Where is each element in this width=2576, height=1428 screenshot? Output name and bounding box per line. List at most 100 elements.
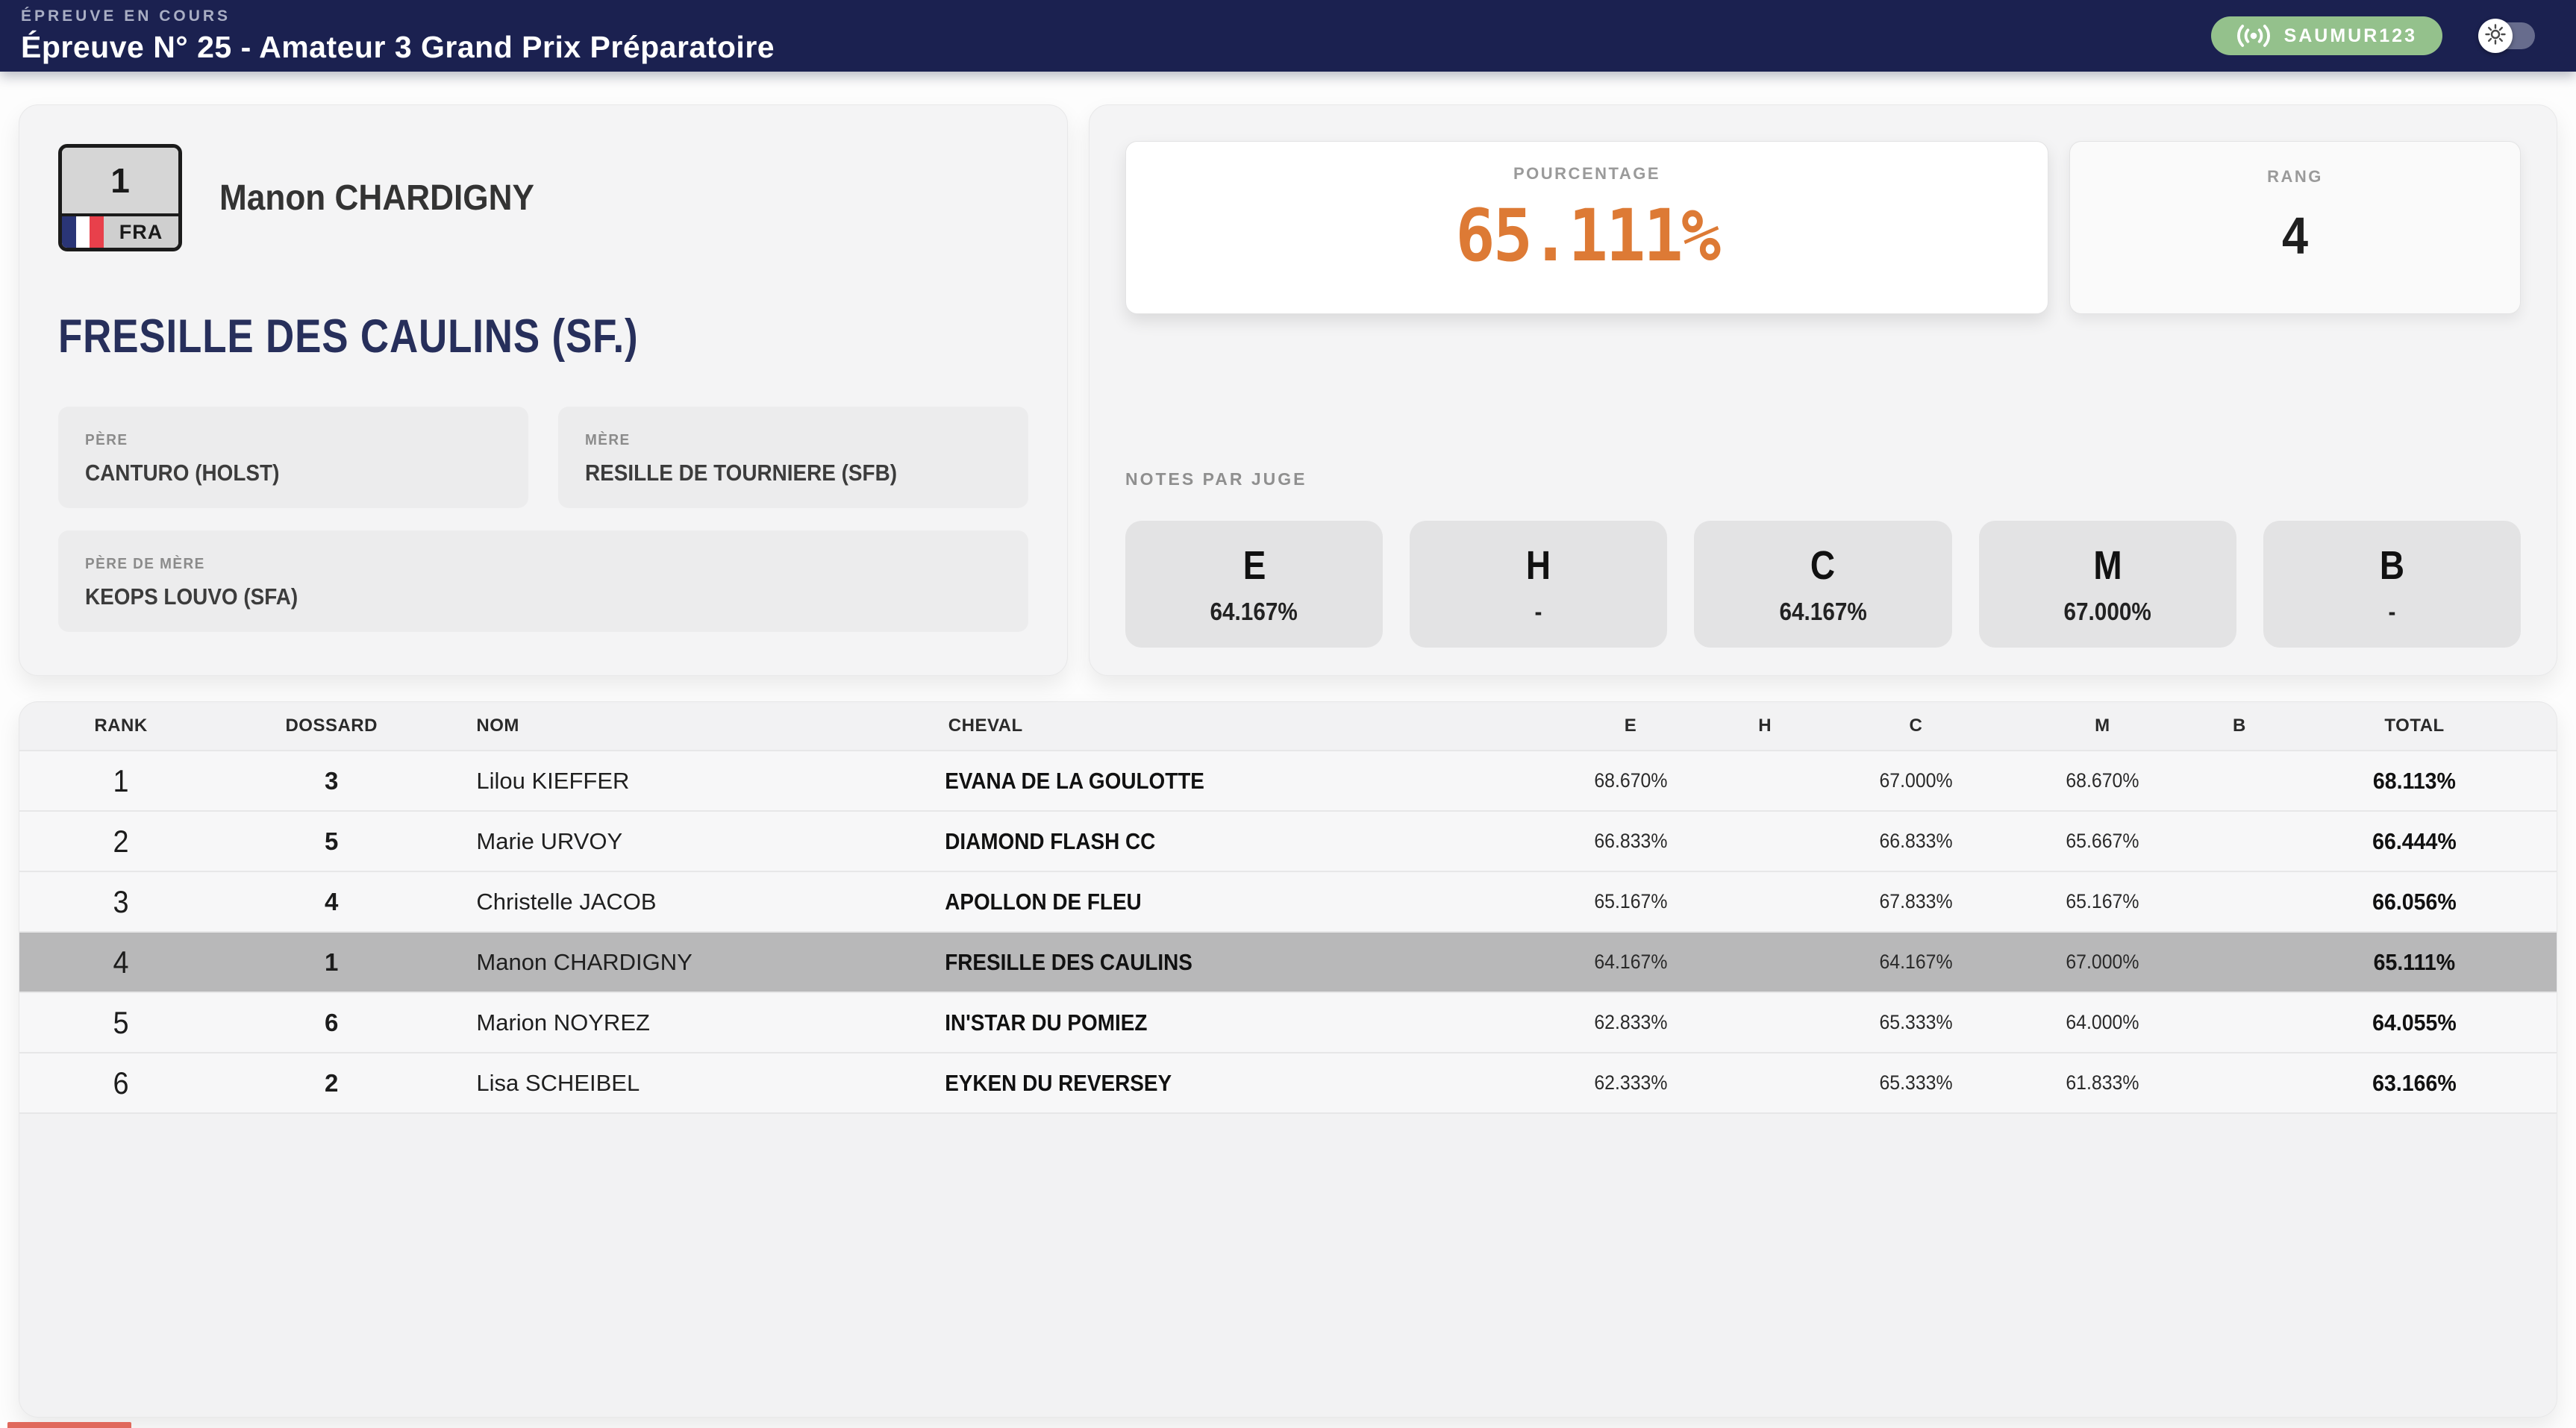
pedigree-sire-label: PÈRE (85, 432, 481, 449)
table-row: 6 2 Lisa SCHEIBEL EYKEN DU REVERSEY 62.3… (19, 1052, 2557, 1112)
sun-icon (2485, 24, 2506, 48)
cell-dossard: 6 (222, 1009, 440, 1037)
table-row: 2 5 Marie URVOY DIAMOND FLASH CC 66.833%… (19, 810, 2557, 871)
theme-toggle[interactable] (2481, 22, 2535, 49)
judge-letter: C (1810, 545, 1835, 586)
judge-score: - (1535, 599, 1542, 624)
column-header-nom: NOM (440, 715, 912, 736)
pedigree-damsire-value: KEOPS LOUVO (SFA) (85, 583, 910, 610)
cell-m: 67.000% (2007, 951, 2198, 974)
rank-box: RANG 4 (2069, 141, 2521, 314)
rider-name: Manon CHARDIGNY (219, 178, 534, 219)
bib-number: 1 (62, 148, 178, 213)
column-header-e: E (1565, 715, 1697, 736)
cell-rank: 3 (30, 884, 213, 920)
cell-dossard: 2 (222, 1069, 440, 1097)
cell-cheval: EVANA DE LA GOULOTTE (913, 768, 1499, 795)
cell-e: 65.167% (1570, 890, 1692, 913)
cell-rank: 2 (30, 824, 213, 859)
table-row-highlighted: 4 1 Manon CHARDIGNY FRESILLE DES CAULINS… (19, 931, 2557, 992)
table-header-row: RANK DOSSARD NOM CHEVAL E H C M B TOTAL (19, 702, 2557, 750)
column-header-cheval: CHEVAL (913, 715, 1565, 736)
cell-cheval: APOLLON DE FLEU (913, 889, 1499, 915)
cell-c: 67.833% (1840, 890, 1992, 913)
cell-e: 66.833% (1570, 830, 1692, 853)
pedigree-damsire-label: PÈRE DE MÈRE (85, 556, 956, 573)
toggle-knob (2478, 19, 2513, 53)
cell-c: 65.333% (1840, 1071, 1992, 1095)
france-flag-icon (62, 216, 104, 248)
cell-cheval: DIAMOND FLASH CC (913, 828, 1499, 855)
cell-rank: 6 (30, 1065, 213, 1101)
judge-letter: E (1242, 545, 1266, 586)
cell-e: 62.833% (1570, 1011, 1692, 1034)
live-session-code: SAUMUR123 (2284, 25, 2417, 47)
column-header-dossard: DOSSARD (222, 715, 440, 736)
cell-nom: Lisa SCHEIBEL (440, 1070, 912, 1097)
results-table-card: RANK DOSSARD NOM CHEVAL E H C M B TOTAL … (19, 701, 2557, 1418)
judge-score: 67.000% (2064, 599, 2151, 624)
broadcast-icon (2236, 23, 2271, 48)
cell-c: 65.333% (1840, 1011, 1992, 1034)
cell-m: 64.000% (2007, 1011, 2198, 1034)
judge-notes-grid: E 64.167% H - C 64.167% M 67.000% B - (1125, 521, 2521, 648)
judge-score: 64.167% (1210, 599, 1298, 624)
cell-rank: 4 (30, 945, 213, 980)
cell-total: 64.055% (2283, 1009, 2545, 1036)
cell-nom: Lilou KIEFFER (440, 768, 912, 795)
live-session-badge[interactable]: SAUMUR123 (2211, 16, 2442, 55)
cell-c: 67.000% (1840, 769, 1992, 792)
column-header-m: M (1998, 715, 2207, 736)
table-footer-separator (19, 1112, 2557, 1114)
cell-rank: 5 (30, 1005, 213, 1041)
judge-box-b: B - (2263, 521, 2521, 648)
bib-box: 1 FRA (58, 144, 182, 251)
cell-total: 63.166% (2283, 1070, 2545, 1097)
cell-e: 64.167% (1570, 951, 1692, 974)
percentage-value: 65.111% (1455, 194, 1719, 278)
horse-name: FRESILLE DES CAULINS (SF.) (58, 310, 873, 363)
cell-rank: 1 (30, 763, 213, 799)
cell-nom: Marion NOYREZ (440, 1009, 912, 1036)
cell-dossard: 5 (222, 827, 440, 856)
judge-letter: M (2093, 545, 2122, 586)
column-header-b: B (2207, 715, 2272, 736)
cell-e: 62.333% (1570, 1071, 1692, 1095)
top-bar: ÉPREUVE EN COURS Épreuve N° 25 - Amateur… (0, 0, 2576, 72)
cell-nom: Christelle JACOB (440, 889, 912, 915)
refresh-progress-bar (7, 1422, 131, 1428)
table-row: 1 3 Lilou KIEFFER EVANA DE LA GOULOTTE 6… (19, 750, 2557, 810)
pedigree-dam-value: RESILLE DE TOURNIERE (SFB) (585, 460, 960, 486)
percentage-box: POURCENTAGE 65.111% (1125, 141, 2048, 314)
pedigree-sire-value: CANTURO (HOLST) (85, 460, 460, 486)
judge-box-m: M 67.000% (1979, 521, 2236, 648)
cell-total: 65.111% (2283, 949, 2545, 976)
top-bar-controls: SAUMUR123 (2211, 16, 2535, 55)
judge-box-c: C 64.167% (1694, 521, 1951, 648)
page-title: Épreuve N° 25 - Amateur 3 Grand Prix Pré… (21, 30, 775, 65)
cell-e: 68.670% (1570, 769, 1692, 792)
cell-cheval: IN'STAR DU POMIEZ (913, 1009, 1499, 1036)
cell-cheval: EYKEN DU REVERSEY (913, 1070, 1499, 1097)
cell-total: 66.056% (2283, 889, 2545, 915)
pedigree-damsire-box: PÈRE DE MÈRE KEOPS LOUVO (SFA) (58, 530, 1028, 632)
column-header-total: TOTAL (2272, 715, 2557, 736)
rider-card: 1 FRA Manon CHARDIGNY FRESILLE DES CAULI… (19, 104, 1068, 676)
judge-notes-label: NOTES PAR JUGE (1125, 469, 2521, 489)
column-header-c: C (1833, 715, 1998, 736)
cell-c: 64.167% (1840, 951, 1992, 974)
pedigree-sire-box: PÈRE CANTURO (HOLST) (58, 407, 528, 508)
judge-score: 64.167% (1779, 599, 1866, 624)
pedigree-dam-label: MÈRE (585, 432, 981, 449)
percentage-label: POURCENTAGE (1513, 164, 1660, 184)
score-card: POURCENTAGE 65.111% RANG 4 NOTES PAR JUG… (1089, 104, 2557, 676)
judge-letter: H (1526, 545, 1551, 586)
event-status-label: ÉPREUVE EN COURS (21, 7, 775, 25)
judge-score: - (2388, 599, 2395, 624)
cell-total: 68.113% (2283, 768, 2545, 795)
cell-m: 61.833% (2007, 1071, 2198, 1095)
cell-nom: Manon CHARDIGNY (440, 949, 912, 976)
cell-total: 66.444% (2283, 828, 2545, 855)
cell-m: 68.670% (2007, 769, 2198, 792)
table-row: 3 4 Christelle JACOB APOLLON DE FLEU 65.… (19, 871, 2557, 931)
